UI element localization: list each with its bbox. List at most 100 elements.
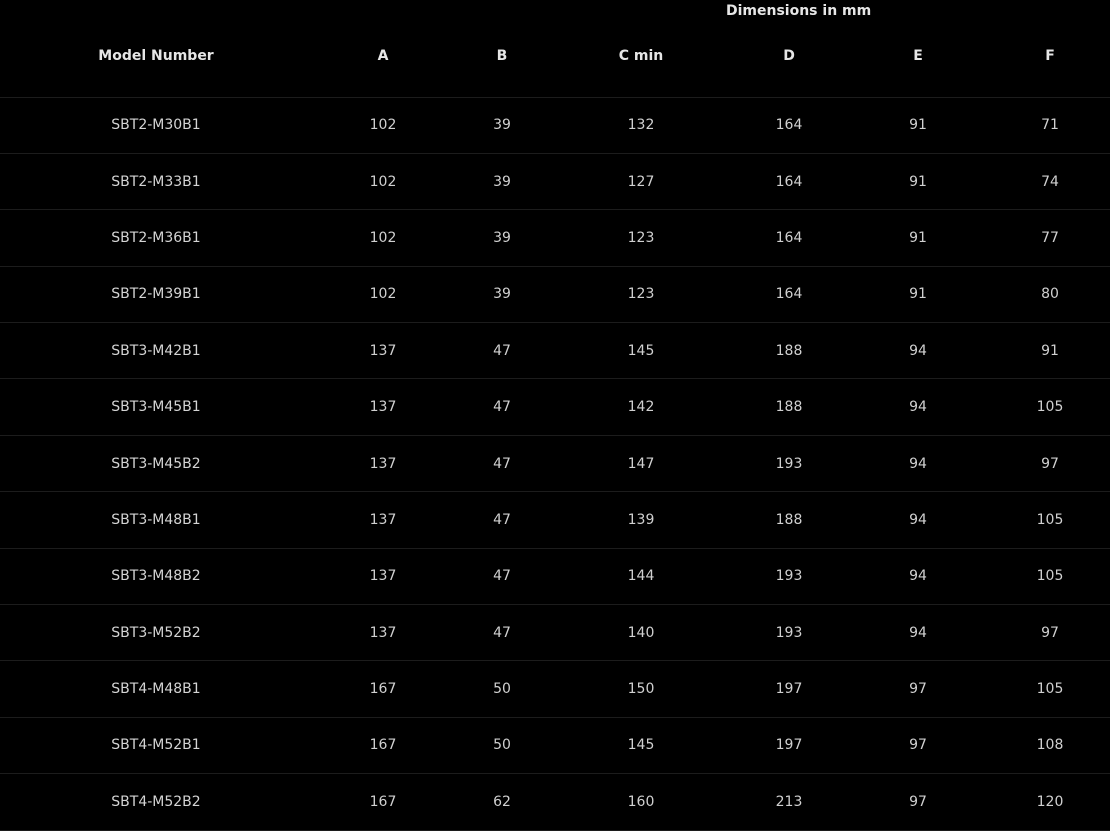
cell-d: 193 [732,435,846,493]
table-row: SBT3-M48B1 137 47 139 188 94 105 [0,491,1110,549]
cell-e: 97 [846,717,990,775]
cell-f: 74 [990,153,1110,211]
cell-a: 167 [312,717,454,775]
cell-e: 91 [846,97,990,154]
cell-model-number: SBT2-M33B1 [0,153,312,211]
cell-b: 50 [454,717,550,775]
cell-f: 108 [990,717,1110,775]
cell-f: 91 [990,322,1110,380]
cell-d: 188 [732,322,846,380]
table-row: SBT2-M33B1 102 39 127 164 91 74 [0,153,1110,211]
cell-e: 91 [846,153,990,211]
table-row: SBT3-M42B1 137 47 145 188 94 91 [0,322,1110,380]
cell-f: 105 [990,378,1110,436]
cell-c-min: 147 [550,435,732,493]
cell-a: 167 [312,773,454,831]
cell-model-number: SBT4-M52B2 [0,773,312,831]
cell-f: 105 [990,491,1110,549]
cell-d: 188 [732,378,846,436]
cell-c-min: 140 [550,604,732,662]
cell-model-number: SBT2-M36B1 [0,209,312,267]
cell-b: 39 [454,209,550,267]
cell-b: 47 [454,435,550,493]
cell-f: 71 [990,97,1110,154]
cell-c-min: 123 [550,209,732,267]
cell-b: 47 [454,548,550,606]
cell-c-min: 123 [550,266,732,324]
cell-e: 94 [846,435,990,493]
cell-e: 94 [846,491,990,549]
cell-b: 47 [454,378,550,436]
cell-b: 47 [454,604,550,662]
column-header-row: Model Number A B C min D E F [0,29,1110,98]
table-row: SBT4-M52B2 167 62 160 213 97 120 [0,773,1110,831]
cell-f: 105 [990,548,1110,606]
column-header-c-min: C min [550,29,732,98]
table-header: Dimensions in mm Model Number A B C min … [0,0,1110,98]
cell-a: 137 [312,322,454,380]
cell-a: 167 [312,660,454,718]
table-row: SBT3-M45B1 137 47 142 188 94 105 [0,378,1110,436]
cell-a: 137 [312,548,454,606]
cell-e: 91 [846,209,990,267]
cell-f: 77 [990,209,1110,267]
table-row: SBT2-M30B1 102 39 132 164 91 71 [0,97,1110,154]
group-header-spacer [0,0,732,29]
cell-a: 137 [312,435,454,493]
cell-f: 97 [990,435,1110,493]
cell-f: 120 [990,773,1110,831]
cell-c-min: 144 [550,548,732,606]
cell-d: 197 [732,660,846,718]
cell-e: 94 [846,378,990,436]
cell-f: 80 [990,266,1110,324]
column-header-f: F [990,29,1110,98]
cell-e: 91 [846,266,990,324]
cell-d: 164 [732,153,846,211]
cell-model-number: SBT3-M48B1 [0,491,312,549]
cell-c-min: 139 [550,491,732,549]
cell-model-number: SBT3-M42B1 [0,322,312,380]
cell-c-min: 132 [550,97,732,154]
cell-a: 102 [312,266,454,324]
cell-model-number: SBT4-M52B1 [0,717,312,775]
cell-b: 39 [454,266,550,324]
cell-a: 137 [312,604,454,662]
table-body: SBT2-M30B1 102 39 132 164 91 71 SBT2-M33B1 102 39… [0,97,1110,831]
cell-c-min: 142 [550,378,732,436]
dimensions-group-header: Dimensions in mm [726,3,872,19]
cell-b: 39 [454,97,550,154]
cell-e: 97 [846,773,990,831]
cell-f: 105 [990,660,1110,718]
cell-d: 164 [732,266,846,324]
cell-b: 62 [454,773,550,831]
cell-d: 197 [732,717,846,775]
cell-e: 94 [846,548,990,606]
column-header-e: E [846,29,990,98]
dimensions-table: Dimensions in mm Model Number A B C min … [0,0,1110,831]
cell-c-min: 145 [550,717,732,775]
cell-d: 193 [732,548,846,606]
table-row: SBT2-M39B1 102 39 123 164 91 80 [0,266,1110,324]
table-row: SBT4-M48B1 167 50 150 197 97 105 [0,660,1110,718]
cell-b: 50 [454,660,550,718]
table-row: SBT2-M36B1 102 39 123 164 91 77 [0,209,1110,267]
column-header-a: A [312,29,454,98]
cell-model-number: SBT3-M45B2 [0,435,312,493]
cell-model-number: SBT3-M48B2 [0,548,312,606]
table-row: SBT3-M48B2 137 47 144 193 94 105 [0,548,1110,606]
table-row: SBT4-M52B1 167 50 145 197 97 108 [0,717,1110,775]
group-header-row: Dimensions in mm [0,0,1110,29]
cell-model-number: SBT3-M45B1 [0,378,312,436]
cell-model-number: SBT4-M48B1 [0,660,312,718]
cell-e: 97 [846,660,990,718]
cell-b: 39 [454,153,550,211]
cell-e: 94 [846,604,990,662]
cell-a: 102 [312,209,454,267]
cell-f: 97 [990,604,1110,662]
cell-a: 137 [312,378,454,436]
cell-c-min: 145 [550,322,732,380]
table-row: SBT3-M52B2 137 47 140 193 94 97 [0,604,1110,662]
cell-e: 94 [846,322,990,380]
cell-a: 102 [312,153,454,211]
cell-model-number: SBT2-M30B1 [0,97,312,154]
